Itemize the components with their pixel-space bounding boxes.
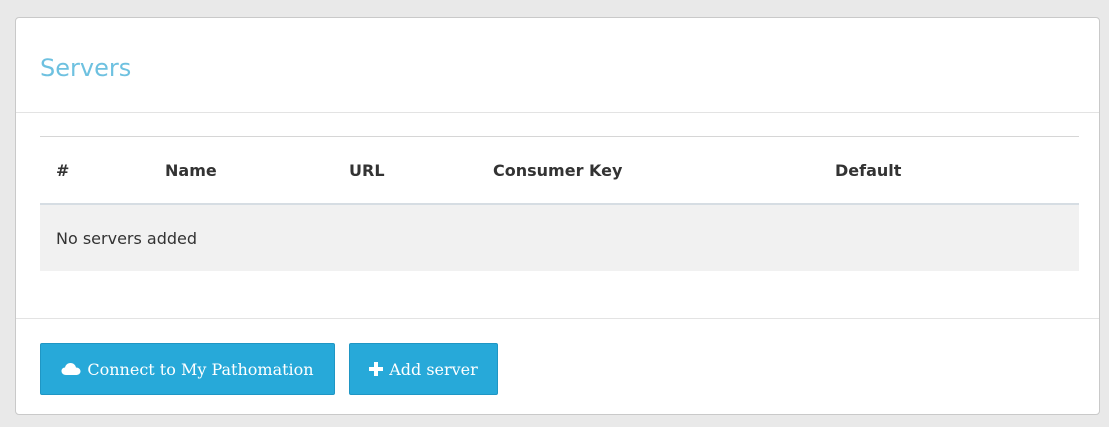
column-header-url: URL — [349, 136, 493, 205]
page-title: Servers — [40, 54, 132, 82]
connect-my-pathomation-button[interactable]: Connect to My Pathomation — [40, 343, 335, 395]
column-header-consumer-key: Consumer Key — [493, 136, 835, 205]
table-header-row: # Name URL Consumer Key Default — [40, 136, 1079, 205]
cloud-icon — [61, 362, 81, 376]
empty-message: No servers added — [40, 204, 1079, 271]
panel-body: # Name URL Consumer Key Default No serve… — [16, 113, 1099, 319]
column-header-name: Name — [165, 136, 349, 205]
connect-button-label: Connect to My Pathomation — [87, 359, 314, 379]
servers-table: # Name URL Consumer Key Default No serve… — [40, 136, 1079, 271]
panel-footer: Connect to My Pathomation Add server — [16, 319, 1099, 415]
column-header-default: Default — [835, 136, 1079, 205]
panel-header: Servers — [16, 18, 1099, 113]
add-server-button[interactable]: Add server — [349, 343, 498, 395]
add-server-button-label: Add server — [389, 359, 478, 379]
plus-icon — [369, 362, 384, 376]
table-row: No servers added — [40, 204, 1079, 271]
column-header-number: # — [40, 136, 165, 205]
servers-panel: Servers # Name URL Consumer Key Default … — [15, 17, 1100, 415]
